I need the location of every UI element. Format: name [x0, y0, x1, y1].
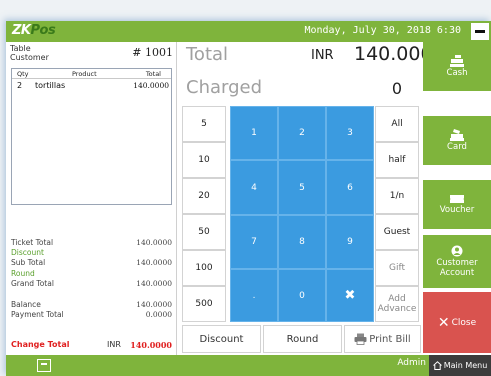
cash-label: Cash	[446, 68, 468, 78]
pos-window: ZKPos Monday, July 30, 2018 6:30 Table C…	[6, 21, 491, 376]
ticket-total-label: Ticket Total	[11, 238, 54, 247]
amount-100-button[interactable]: 100	[182, 250, 226, 286]
currency-label: INR	[311, 48, 334, 63]
payment-total-row: Payment Total 0.0000	[11, 310, 172, 322]
logo-text-pos: Pos	[30, 23, 56, 38]
amount-10-button[interactable]: 10	[182, 142, 226, 178]
datetime-label: Monday, July 30, 2018 6:30	[304, 25, 461, 36]
status-bar: Admin Main Menu	[6, 355, 491, 376]
decimal-point-button[interactable]: .	[230, 269, 278, 322]
digit-7-button[interactable]: 7	[230, 215, 278, 269]
amount-5-button[interactable]: 5	[182, 106, 226, 142]
zkpos-logo: ZKPos	[12, 23, 56, 38]
guest-button[interactable]: Guest	[375, 214, 419, 250]
print-bill-label: Print Bill	[369, 333, 411, 345]
cash-payment-button[interactable]: Cash	[423, 42, 491, 91]
close-icon: ✕	[437, 314, 450, 331]
total-label: Total	[186, 44, 229, 65]
split-1-n-button[interactable]: 1/n	[375, 178, 419, 214]
print-bill-button[interactable]: Print Bill	[344, 325, 421, 353]
ticket-panel: Table Customer # 1001 Qty Product Total …	[6, 42, 177, 355]
cash-drawer-icon[interactable]	[37, 359, 51, 372]
main-menu-label: Main Menu	[443, 361, 488, 370]
qty-header: Qty	[17, 70, 29, 78]
ticket-number: # 1001	[132, 46, 173, 59]
grand-total-value: 140.0000	[136, 279, 172, 288]
item-qty: 2	[17, 81, 23, 90]
main-menu-button[interactable]: Main Menu	[429, 355, 491, 376]
payment-total-label: Payment Total	[11, 310, 64, 319]
amount-20-button[interactable]: 20	[182, 178, 226, 214]
change-total-label: Change Total	[11, 340, 70, 349]
digit-8-button[interactable]: 8	[278, 215, 326, 269]
charged-amount: 0	[391, 79, 402, 98]
grand-total-label: Grand Total	[11, 279, 54, 288]
digit-9-button[interactable]: 9	[326, 215, 374, 269]
sub-total-label: Sub Total	[11, 258, 46, 267]
card-reader-icon	[450, 129, 464, 141]
customer-label[interactable]: Customer	[10, 53, 49, 62]
product-header: Product	[72, 70, 97, 78]
change-total-row: Change Total INR 140.0000	[11, 340, 172, 353]
digit-3-button[interactable]: 3	[326, 106, 374, 160]
customer-account-label: Customer Account	[436, 258, 478, 278]
voucher-label: Voucher	[439, 205, 475, 215]
total-header: Total	[145, 70, 161, 78]
table-label: Table	[10, 44, 31, 53]
payment-total-value: 0.0000	[145, 310, 172, 319]
card-label: Card	[447, 142, 467, 152]
digit-4-button[interactable]: 4	[230, 160, 278, 215]
close-ticket-button[interactable]: ✕ Close	[423, 292, 491, 353]
digit-6-button[interactable]: 6	[326, 160, 374, 215]
add-advance-button[interactable]: Add Advance	[375, 286, 419, 322]
ticket-total-value: 140.0000	[136, 238, 172, 247]
item-product: tortillas	[35, 81, 66, 90]
title-bar: ZKPos Monday, July 30, 2018 6:30	[6, 21, 491, 42]
home-icon	[432, 361, 442, 370]
voucher-payment-button[interactable]: Voucher	[423, 180, 491, 229]
list-item[interactable]: 2 tortillas 140.0000	[12, 81, 171, 92]
customer-account-button[interactable]: Customer Account	[423, 235, 491, 288]
printer-icon	[354, 333, 367, 345]
digit-1-button[interactable]: 1	[230, 106, 278, 160]
digit-5-button[interactable]: 5	[278, 160, 326, 215]
digit-0-button[interactable]: 0	[278, 269, 326, 322]
cash-register-icon	[450, 55, 464, 67]
discount-label: Discount	[11, 248, 44, 257]
amount-500-button[interactable]: 500	[182, 286, 226, 322]
split-half-button[interactable]: half	[375, 142, 419, 178]
card-payment-button[interactable]: Card	[423, 116, 491, 165]
user-name-label: Admin	[397, 358, 426, 368]
user-icon	[451, 245, 463, 257]
gift-button[interactable]: Gift	[375, 250, 419, 286]
change-currency: INR	[107, 340, 121, 349]
digit-2-button[interactable]: 2	[278, 106, 326, 160]
balance-value: 140.0000	[136, 300, 172, 309]
ticket-items-list[interactable]: Qty Product Total 2 tortillas 140.0000	[11, 68, 172, 205]
items-header: Qty Product Total	[12, 69, 171, 79]
logo-text-zk: ZK	[12, 23, 31, 38]
amount-50-button[interactable]: 50	[182, 214, 226, 250]
grand-total-row: Grand Total 140.0000	[11, 279, 172, 291]
change-total-value: 140.0000	[130, 340, 172, 350]
round-button[interactable]: Round	[263, 325, 342, 353]
item-total: 140.0000	[133, 81, 169, 90]
sub-total-value: 140.0000	[136, 258, 172, 267]
balance-label: Balance	[11, 300, 41, 309]
minimize-button[interactable]	[471, 23, 489, 40]
close-label: Close	[451, 317, 477, 328]
split-all-button[interactable]: All	[375, 106, 419, 142]
discount-button[interactable]: Discount	[182, 325, 261, 353]
clear-icon[interactable]: ✖	[326, 269, 374, 322]
voucher-icon	[450, 195, 464, 203]
charged-label: Charged	[186, 77, 263, 98]
round-label: Round	[11, 269, 35, 278]
